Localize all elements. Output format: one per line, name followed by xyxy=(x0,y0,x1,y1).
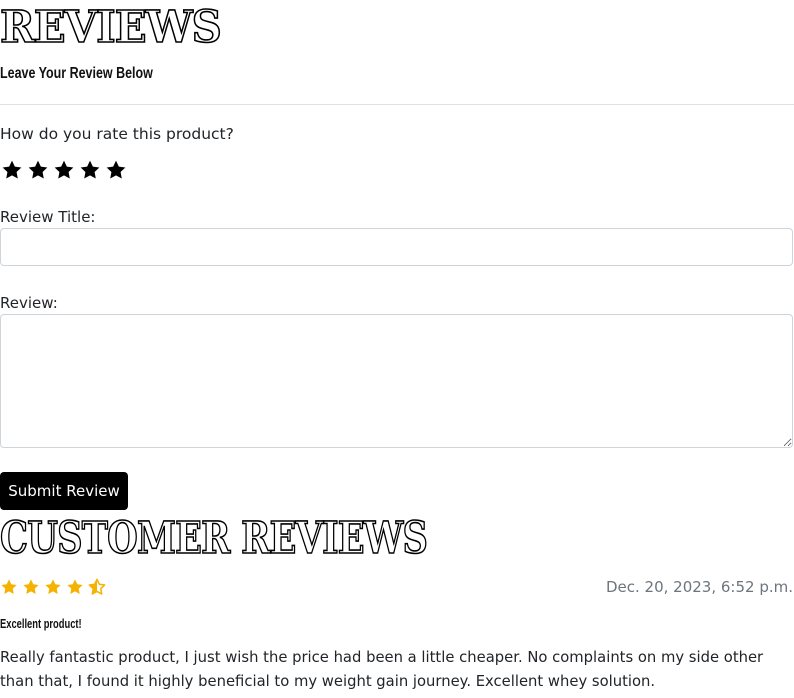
review-textarea[interactable] xyxy=(0,314,793,448)
review-rating xyxy=(0,578,106,596)
star-filled-icon xyxy=(66,578,84,596)
review-body: Really fantastic product, I just wish th… xyxy=(0,648,764,690)
star-filled-icon xyxy=(0,578,18,596)
star-icon[interactable] xyxy=(53,159,75,181)
rating-input[interactable] xyxy=(1,159,127,181)
customer-reviews-heading: Customer Reviews xyxy=(0,513,429,564)
review-title: Excellent product! xyxy=(0,616,82,631)
reviews-subtitle: Leave Your Review Below xyxy=(0,65,153,82)
star-icon[interactable] xyxy=(1,159,23,181)
review-title-input[interactable] xyxy=(0,228,793,266)
submit-review-button[interactable]: Submit Review xyxy=(0,472,128,510)
star-filled-icon xyxy=(22,578,40,596)
star-icon[interactable] xyxy=(27,159,49,181)
divider xyxy=(0,104,794,105)
star-half-icon xyxy=(88,578,106,596)
star-icon[interactable] xyxy=(79,159,101,181)
star-filled-icon xyxy=(44,578,62,596)
star-icon[interactable] xyxy=(105,159,127,181)
review-title-label: Review Title: xyxy=(0,208,96,226)
rating-prompt: How do you rate this product? xyxy=(0,125,234,143)
review-date: Dec. 20, 2023, 6:52 p.m. xyxy=(605,578,793,596)
reviews-heading: Reviews xyxy=(0,2,223,53)
review-body-label: Review: xyxy=(0,294,58,312)
